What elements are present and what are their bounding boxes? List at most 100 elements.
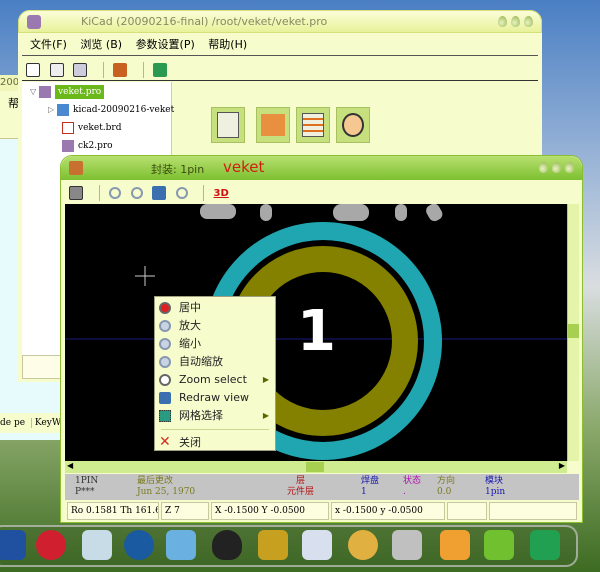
- zoom-auto-icon[interactable]: [175, 187, 188, 199]
- vertical-scroll-thumb[interactable]: [568, 324, 579, 338]
- module-name: 1PIN: [75, 476, 99, 486]
- kicad-app-icon: [27, 15, 41, 29]
- footprint-window: 封装: 1pin veket 3D 1 ◀ ▶ 1PIN P*** 最后更改 J…: [60, 155, 583, 523]
- dock-display-icon[interactable]: [0, 530, 26, 560]
- cvpcb-launcher-button[interactable]: [256, 107, 290, 143]
- status-zoom: Z 7: [161, 502, 209, 520]
- project-icon: [39, 85, 52, 98]
- window-controls[interactable]: [494, 16, 533, 30]
- open-project-icon[interactable]: [49, 63, 64, 77]
- close-icon: ✕: [159, 434, 171, 450]
- scroll-right-arrow[interactable]: ▶: [559, 461, 565, 470]
- last-change-label: 最后更改: [137, 476, 174, 486]
- dock-media-player-icon[interactable]: [124, 530, 154, 560]
- cvpcb-icon: [261, 114, 285, 136]
- tree-item-board[interactable]: veket.brd: [62, 120, 122, 136]
- project-icon: [62, 139, 74, 152]
- layer-label: 层: [296, 476, 306, 486]
- close-window-icon[interactable]: [565, 162, 574, 173]
- board-file-icon: [62, 121, 74, 134]
- menu-item-grid[interactable]: 网格选择 ▶: [155, 407, 275, 425]
- layer-value: 元件层: [287, 487, 315, 497]
- dock-presentation-icon[interactable]: [302, 530, 332, 560]
- kicad-menubar: 文件(F) 浏览 (B) 参数设置(P) 帮助(H): [22, 34, 538, 56]
- minimize-icon[interactable]: [539, 162, 548, 173]
- zoom-auto-icon: [159, 356, 171, 368]
- gerbview-launcher-button[interactable]: [336, 107, 370, 143]
- dock-network-icon[interactable]: [166, 530, 196, 560]
- menu-item-zoom-select[interactable]: Zoom select ▶: [155, 371, 275, 389]
- neighbor-pad: [395, 204, 407, 221]
- zoom-out-icon[interactable]: [130, 187, 143, 199]
- menu-help[interactable]: 帮助(H): [208, 38, 247, 51]
- menu-item-close[interactable]: ✕ 关闭: [155, 434, 275, 452]
- menu-item-center[interactable]: 居中: [155, 299, 275, 317]
- toolbar-separator: [142, 62, 144, 78]
- tree-item-project2[interactable]: ck2.pro: [62, 138, 113, 154]
- redraw-icon: [159, 392, 171, 404]
- menu-item-redraw[interactable]: Redraw view: [155, 389, 275, 407]
- maximize-icon[interactable]: [552, 162, 561, 173]
- kicad-title-bar[interactable]: KiCad (20090216-final) /root/veket/veket…: [18, 10, 542, 33]
- eeschema-launcher-button[interactable]: [211, 107, 245, 143]
- maximize-icon[interactable]: [511, 16, 520, 27]
- dock-notes-icon[interactable]: [82, 530, 112, 560]
- menu-item-zoom-in[interactable]: 放大: [155, 317, 275, 335]
- background-status-left: de pe: [0, 418, 26, 428]
- horizontal-scrollbar[interactable]: ◀ ▶: [65, 461, 567, 473]
- module-select-icon[interactable]: [69, 186, 83, 200]
- context-menu: 居中 放大 缩小 自动缩放 Zoom select ▶ Redraw view 网…: [154, 296, 276, 451]
- pcbnew-launcher-button[interactable]: [296, 107, 330, 143]
- zoom-in-icon[interactable]: [109, 187, 121, 199]
- minimize-icon[interactable]: [498, 16, 507, 27]
- dock-help-icon[interactable]: [484, 530, 514, 560]
- new-project-icon[interactable]: [26, 63, 40, 77]
- dock-addressbook-icon[interactable]: [258, 530, 288, 560]
- neighbor-pad: [260, 204, 272, 221]
- footprint-title-name: veket: [223, 158, 265, 176]
- archive-icon[interactable]: [113, 63, 127, 77]
- menu-item-label: Redraw view: [179, 391, 249, 404]
- dock-usb-icon[interactable]: [392, 530, 422, 560]
- submenu-arrow-icon: ▶: [262, 411, 269, 420]
- menu-item-label: 居中: [179, 301, 201, 314]
- dock-mascot-icon[interactable]: [36, 530, 66, 560]
- horizontal-scroll-thumb[interactable]: [306, 462, 324, 472]
- refresh-icon[interactable]: [153, 63, 167, 77]
- expand-arrow-icon[interactable]: ▷: [48, 105, 54, 114]
- menu-preferences[interactable]: 参数设置(P): [136, 38, 195, 51]
- orientation-value: 0.0: [437, 487, 452, 497]
- footprint-title-bar[interactable]: 封装: 1pin veket: [61, 156, 582, 180]
- view-3d-button[interactable]: 3D: [214, 188, 229, 199]
- tree-item-folder[interactable]: ▷ kicad-20090216-veket: [48, 102, 174, 118]
- menu-file[interactable]: 文件(F): [30, 38, 67, 51]
- grid-icon: [159, 410, 171, 422]
- toolbar-separator: [98, 185, 100, 201]
- footprint-toolbar: 3D: [65, 181, 579, 203]
- dock-paint-icon[interactable]: [348, 530, 378, 560]
- pcb-canvas[interactable]: 1: [65, 204, 567, 461]
- collapse-arrow-icon[interactable]: ▽: [30, 87, 36, 96]
- status-rel-coords: x -0.1500 y -0.0500: [331, 502, 445, 520]
- scroll-left-arrow[interactable]: ◀: [67, 461, 73, 470]
- module-info-panel: 1PIN P*** 最后更改 Jun 25, 1970 层元件层 焊盘 1 状态. 方…: [65, 474, 579, 500]
- dock-game-icon[interactable]: [440, 530, 470, 560]
- pads-label: 焊盘: [361, 476, 380, 486]
- menu-item-zoom-auto[interactable]: 自动缩放: [155, 353, 275, 371]
- tree-item-label: ck2.pro: [78, 141, 113, 151]
- menu-item-label: Zoom select: [179, 373, 247, 386]
- status-cell-6: [489, 502, 577, 520]
- save-project-icon[interactable]: [73, 63, 87, 77]
- vertical-scrollbar[interactable]: [567, 204, 579, 461]
- menu-browse[interactable]: 浏览 (B): [80, 38, 122, 51]
- orientation-label: 方向: [437, 476, 456, 486]
- window-controls[interactable]: [535, 162, 574, 176]
- tree-item-project[interactable]: ▽ veket.pro: [30, 84, 105, 100]
- menu-separator: [161, 429, 269, 430]
- dock-qq-icon[interactable]: [212, 530, 242, 560]
- redraw-icon[interactable]: [152, 186, 166, 200]
- menu-item-zoom-out[interactable]: 缩小: [155, 335, 275, 353]
- close-window-icon[interactable]: [524, 16, 533, 27]
- neighbor-pad: [333, 204, 369, 221]
- dock-camera-icon[interactable]: [530, 530, 560, 560]
